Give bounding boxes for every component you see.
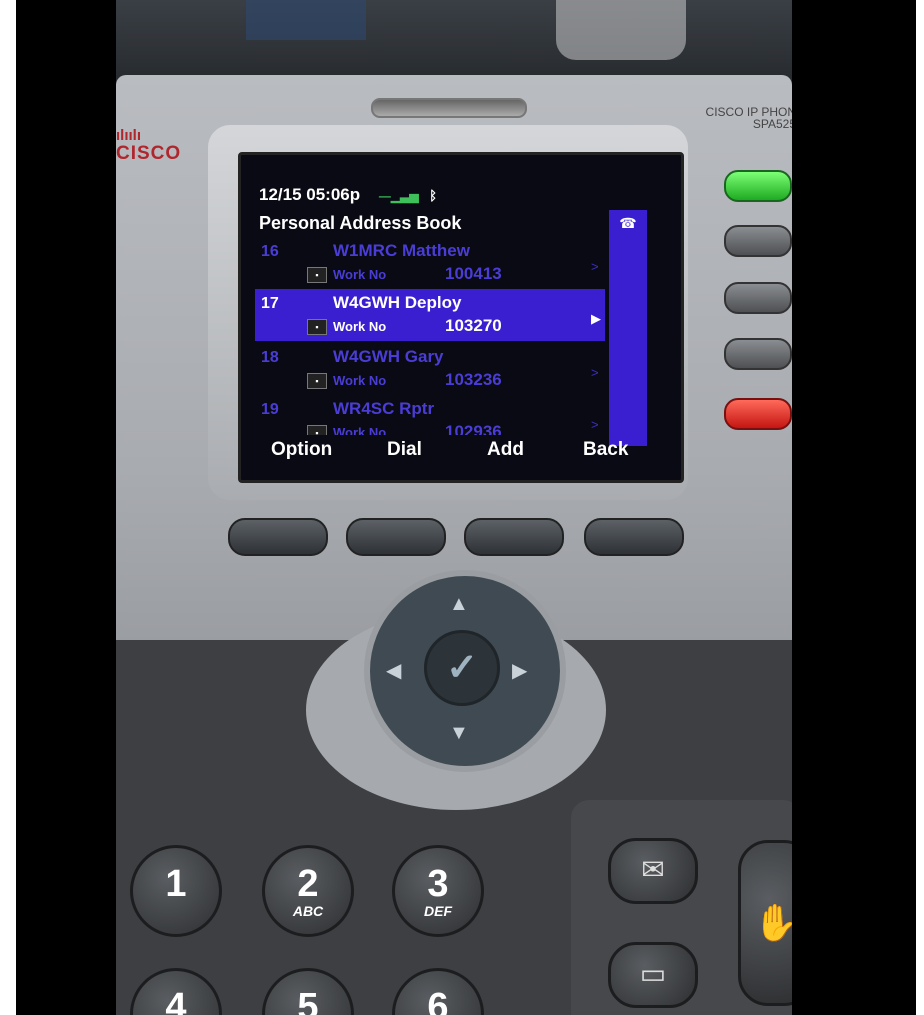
keypad-key-1[interactable]: 1 (130, 845, 222, 937)
entry-number: 103270 (445, 316, 502, 335)
entry-index: 17 (261, 295, 279, 312)
checkmark-icon[interactable]: ✓ (424, 630, 500, 706)
chevron-right-icon: > (591, 259, 599, 274)
nav-down-icon[interactable]: ▼ (449, 722, 469, 745)
model-label-line2: SPA525 (752, 117, 792, 131)
line-button[interactable] (724, 282, 792, 314)
line-button[interactable] (724, 338, 792, 370)
line-button-green[interactable] (724, 170, 792, 202)
phone-icon: ☎ (619, 215, 637, 231)
list-item[interactable]: 19 WR4SC Rptr ▪ Work No 102936 > (255, 395, 605, 435)
entry-index: 16 (261, 243, 279, 260)
softkey-back[interactable]: Back (583, 439, 628, 461)
envelope-icon[interactable]: ✉ (608, 838, 698, 904)
nav-up-icon[interactable]: ▲ (449, 593, 469, 616)
list-item[interactable]: 18 W4GWH Gary ▪ Work No 103236 > (255, 343, 605, 395)
contact-icon: ▪ (307, 267, 327, 283)
phone-photo-frame: ılıılı CISCO CISCO IP PHON SPA525 12/15 … (116, 0, 792, 1015)
list-item[interactable]: 16 W1MRC Matthew ▪ Work No 100413 > (255, 237, 605, 289)
signal-icon: —▁▃▅ (378, 189, 419, 203)
softkey-button-4[interactable] (584, 518, 684, 556)
line-button[interactable] (724, 225, 792, 257)
background-object (246, 0, 366, 40)
white-border-left (0, 0, 16, 1015)
softkey-dial[interactable]: Dial (387, 439, 422, 461)
speaker-grille (371, 98, 527, 118)
entry-index: 19 (261, 401, 279, 418)
document-icon[interactable]: ▭ (608, 942, 698, 1008)
softkey-option[interactable]: Option (271, 439, 332, 461)
entry-name: W1MRC Matthew (333, 241, 470, 260)
entry-type: Work No (333, 425, 387, 435)
entry-name: W4GWH Gary (333, 347, 444, 366)
nav-left-icon[interactable]: ◀ (386, 658, 401, 683)
entry-number: 103236 (445, 370, 502, 389)
play-arrow-icon: ▶ (591, 311, 601, 326)
list-item-selected[interactable]: 17 W4GWH Deploy ▪ Work No 103270 ▶ (255, 289, 605, 341)
background-object (556, 0, 686, 60)
model-label: CISCO IP PHON SPA525 (676, 106, 792, 130)
phone-screen: 12/15 05:06p —▁▃▅ ᛒ Personal Address Boo… (238, 152, 684, 483)
contact-icon: ▪ (307, 373, 327, 389)
entry-name: W4GWH Deploy (333, 293, 462, 312)
entry-type: Work No (333, 267, 387, 282)
softkey-button-1[interactable] (228, 518, 328, 556)
bluetooth-icon: ᛒ (429, 188, 438, 203)
entry-type: Work No (333, 319, 387, 334)
hand-icon[interactable]: ✋ (738, 840, 792, 1006)
softkey-labels: Option Dial Add Back (251, 437, 671, 473)
status-time: 12/15 05:06p (259, 185, 361, 204)
entry-number: 102936 (445, 422, 502, 435)
entry-name: WR4SC Rptr (333, 399, 435, 418)
cisco-logo-bars-icon: ılıılı (116, 127, 142, 144)
scrollbar[interactable] (609, 210, 647, 446)
cisco-logo: ılıılı CISCO (116, 128, 186, 165)
contact-icon: ▪ (307, 425, 327, 435)
keypad-key-3[interactable]: 3 DEF (392, 845, 484, 937)
entry-type: Work No (333, 373, 387, 388)
entry-number: 100413 (445, 264, 502, 283)
chevron-right-icon: > (591, 365, 599, 380)
line-button-red[interactable] (724, 398, 792, 430)
contact-icon: ▪ (307, 319, 327, 335)
entry-index: 18 (261, 349, 279, 366)
status-bar: 12/15 05:06p —▁▃▅ ᛒ (259, 185, 619, 207)
brand-logo: CISCO (116, 143, 182, 164)
chevron-right-icon: > (591, 417, 599, 432)
softkey-add[interactable]: Add (487, 439, 524, 461)
nav-right-icon[interactable]: ▶ (512, 658, 527, 683)
keypad-key-2[interactable]: 2 ABC (262, 845, 354, 937)
photo: ılıılı CISCO CISCO IP PHON SPA525 12/15 … (0, 0, 924, 1015)
white-border-right (916, 0, 924, 1015)
softkey-button-2[interactable] (346, 518, 446, 556)
softkey-button-3[interactable] (464, 518, 564, 556)
screen-title: Personal Address Book (259, 213, 462, 233)
